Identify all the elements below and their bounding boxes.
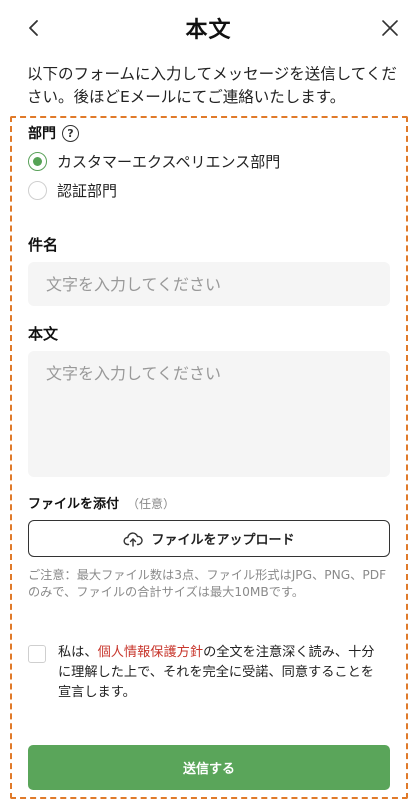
radio-button[interactable] xyxy=(28,181,47,200)
file-notice: ご注意：最大ファイル数は3点、ファイル形式はJPG、PNG、PDFのみで、ファイ… xyxy=(28,568,387,599)
cloud-upload-icon xyxy=(123,531,144,547)
privacy-policy-link[interactable]: 個人情報保護方針 xyxy=(98,645,204,660)
radio-option-label: カスタマーエクスペリエンス部門 xyxy=(57,153,281,171)
department-label: 部門 xyxy=(28,126,56,142)
agreement-text: 私は、個人情報保護方針の全文を注意深く読み、十分に理解した上で、それを完全に受諾… xyxy=(58,643,384,703)
attachment-label-row: ファイルを添付 （任意） xyxy=(28,493,175,512)
submit-button[interactable]: 送信する xyxy=(28,745,390,790)
body-label: 本文 xyxy=(28,325,59,343)
radio-button-selected[interactable] xyxy=(28,152,47,171)
radio-option-label: 認証部門 xyxy=(57,182,118,200)
radio-option-customer-experience[interactable]: カスタマーエクスペリエンス部門 xyxy=(28,151,280,172)
header: 本文 xyxy=(0,0,417,56)
subject-label: 件名 xyxy=(28,236,59,254)
agreement-checkbox[interactable] xyxy=(28,645,46,663)
agreement-prefix: 私は、 xyxy=(58,645,98,660)
close-icon xyxy=(382,20,398,36)
attachment-label: ファイルを添付 xyxy=(28,497,120,512)
close-button[interactable] xyxy=(376,14,404,42)
body-textarea[interactable] xyxy=(28,351,390,477)
upload-file-button[interactable]: ファイルをアップロード xyxy=(28,520,390,557)
intro-text: 以下のフォームに入力してメッセージを送信してください。後ほどEメールにてご連絡い… xyxy=(27,65,397,106)
department-label-row: 部門 ? xyxy=(28,123,79,143)
question-circle-icon[interactable]: ? xyxy=(62,124,79,142)
page-title: 本文 xyxy=(185,18,232,43)
optional-badge: （任意） xyxy=(127,497,176,511)
upload-button-label: ファイルをアップロード xyxy=(151,533,295,548)
radio-option-authentication[interactable]: 認証部門 xyxy=(28,180,117,201)
subject-input[interactable] xyxy=(28,262,390,306)
